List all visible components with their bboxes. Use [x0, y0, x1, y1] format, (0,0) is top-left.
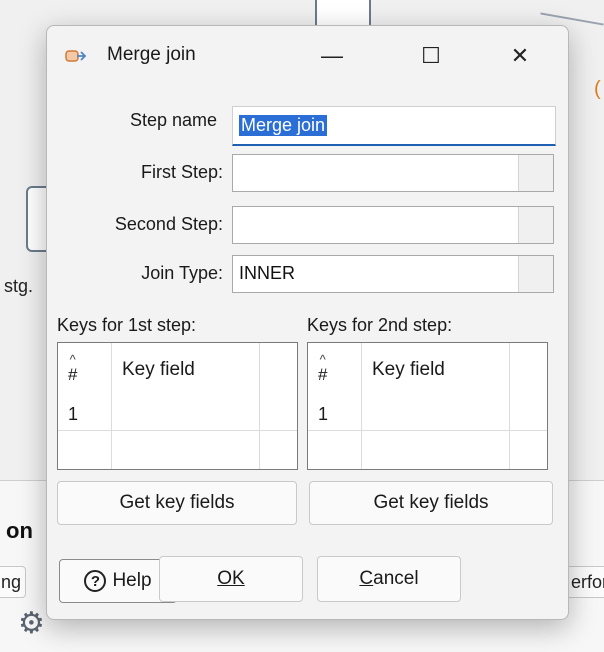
table-row-number[interactable]: 1: [68, 404, 78, 425]
keys-second-step-label: Keys for 2nd step:: [307, 315, 453, 335]
maximize-button[interactable]: ☐: [408, 36, 454, 76]
column-header-number[interactable]: ^ #: [68, 352, 78, 385]
step-name-label: Step name: [129, 110, 217, 130]
first-step-dropdown-button[interactable]: [518, 155, 553, 191]
get-key-fields-second-button[interactable]: Get key fields: [309, 481, 553, 525]
panel-heading: on: [6, 518, 33, 543]
column-header-key-field[interactable]: Key field: [372, 359, 445, 381]
panel-tab-left[interactable]: ng: [0, 566, 27, 598]
table-column-divider: [111, 343, 112, 469]
join-type-dropdown-button[interactable]: [518, 256, 553, 292]
sort-caret-icon: ^: [69, 352, 76, 367]
help-button-label: Help: [112, 570, 152, 591]
get-key-fields-first-button[interactable]: Get key fields: [57, 481, 297, 525]
column-header-number-label: #: [318, 365, 328, 384]
table-row-divider: [58, 430, 297, 431]
table-row-number[interactable]: 1: [318, 404, 328, 425]
sort-caret-icon: ^: [319, 352, 326, 367]
second-step-label: Second Step:: [114, 214, 223, 234]
merge-join-icon: [65, 48, 87, 69]
table-row-divider: [308, 430, 547, 431]
table-column-divider: [509, 343, 510, 469]
column-header-key-field[interactable]: Key field: [122, 359, 195, 381]
dialog-titlebar[interactable]: Merge join — ☐ ✕: [47, 26, 568, 88]
ok-button[interactable]: OK: [159, 556, 303, 602]
column-header-number-label: #: [68, 365, 78, 384]
canvas-hop-line: [540, 12, 604, 26]
canvas-step-label: stg.: [4, 276, 34, 296]
dialog-title: Merge join: [107, 44, 196, 65]
step-name-value: Merge join: [239, 115, 328, 136]
cancel-button-label: Cancel: [359, 568, 419, 589]
canvas-orange-marker: (: [594, 78, 601, 100]
close-button[interactable]: ✕: [497, 36, 543, 76]
table-column-divider: [259, 343, 260, 469]
step-name-input[interactable]: Merge join: [232, 106, 556, 146]
keys-first-step-table[interactable]: ^ # Key field 1: [57, 342, 298, 470]
ok-button-label: OK: [217, 568, 245, 589]
panel-tab-right[interactable]: erfor: [566, 566, 604, 598]
cancel-button[interactable]: Cancel: [317, 556, 461, 602]
merge-join-dialog: Merge join — ☐ ✕ Step name Merge join Fi…: [46, 25, 569, 620]
second-step-select[interactable]: [232, 206, 554, 244]
column-header-number[interactable]: ^ #: [318, 352, 328, 385]
first-step-label: First Step:: [140, 162, 223, 182]
keys-first-step-label: Keys for 1st step:: [57, 315, 197, 335]
table-column-divider: [361, 343, 362, 469]
minimize-button[interactable]: —: [309, 36, 355, 76]
gear-icon[interactable]: ⚙: [18, 606, 45, 641]
join-type-label: Join Type:: [141, 263, 223, 283]
keys-second-step-table[interactable]: ^ # Key field 1: [307, 342, 548, 470]
help-icon: ?: [84, 570, 107, 592]
join-type-select[interactable]: INNER: [232, 255, 554, 293]
join-type-value: INNER: [239, 263, 296, 283]
first-step-select[interactable]: [232, 154, 554, 192]
second-step-dropdown-button[interactable]: [518, 207, 553, 243]
